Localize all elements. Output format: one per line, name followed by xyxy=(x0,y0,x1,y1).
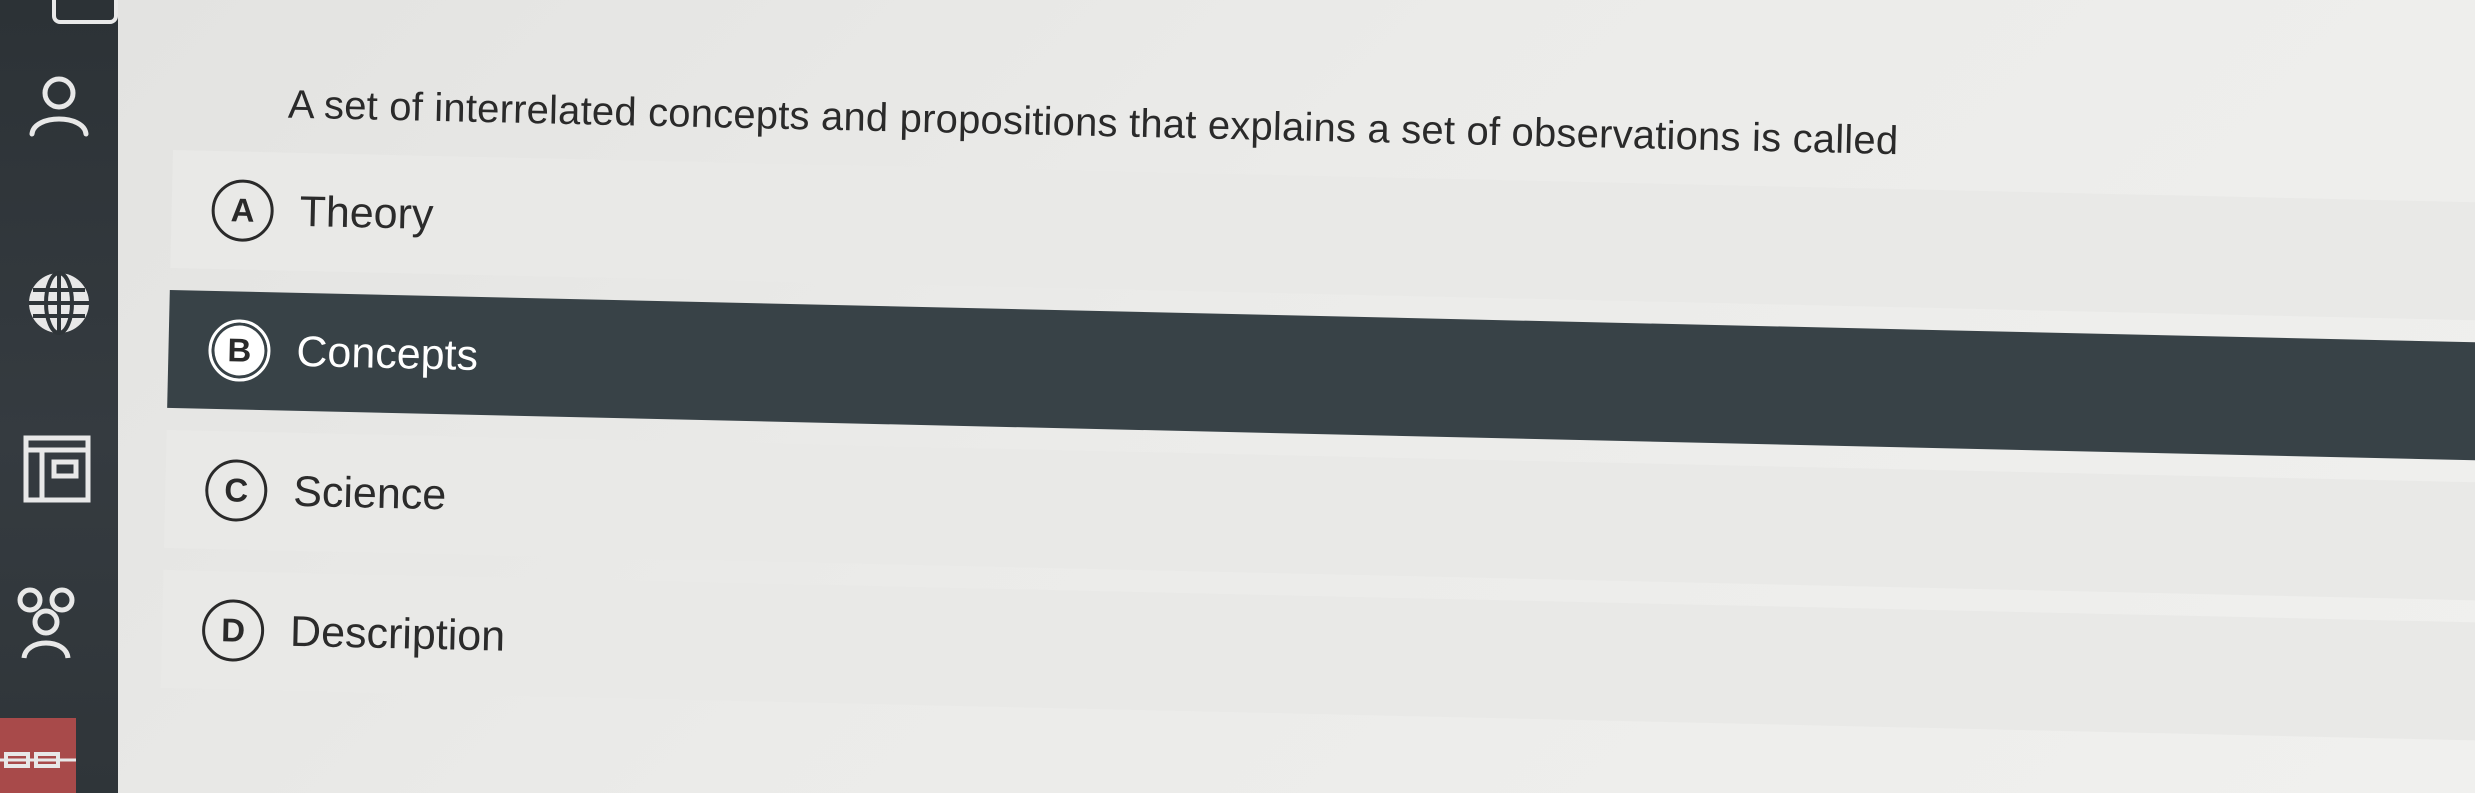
people-icon[interactable] xyxy=(10,586,84,660)
option-label-b: Concepts xyxy=(295,327,479,380)
profile-icon[interactable] xyxy=(22,68,96,142)
sidebar-rail xyxy=(0,0,118,793)
grid-icon[interactable] xyxy=(0,718,76,793)
option-d[interactable]: D Description xyxy=(160,569,2475,743)
tray-icon[interactable] xyxy=(52,0,118,24)
question-panel: A set of interrelated concepts and propo… xyxy=(160,62,2475,764)
globe-icon[interactable] xyxy=(22,266,96,340)
option-label-c: Science xyxy=(292,467,447,519)
option-c[interactable]: C Science xyxy=(163,429,2475,603)
calendar-icon[interactable] xyxy=(20,432,94,506)
option-label-a: Theory xyxy=(299,187,434,239)
option-letter-c: C xyxy=(204,458,268,523)
quiz-screen: A set of interrelated concepts and propo… xyxy=(0,0,2475,793)
option-letter-b: B xyxy=(207,318,272,383)
option-label-d: Description xyxy=(289,607,506,661)
option-b[interactable]: B Concepts xyxy=(167,289,2475,463)
option-letter-a: A xyxy=(210,178,275,243)
option-letter-d: D xyxy=(201,598,265,663)
